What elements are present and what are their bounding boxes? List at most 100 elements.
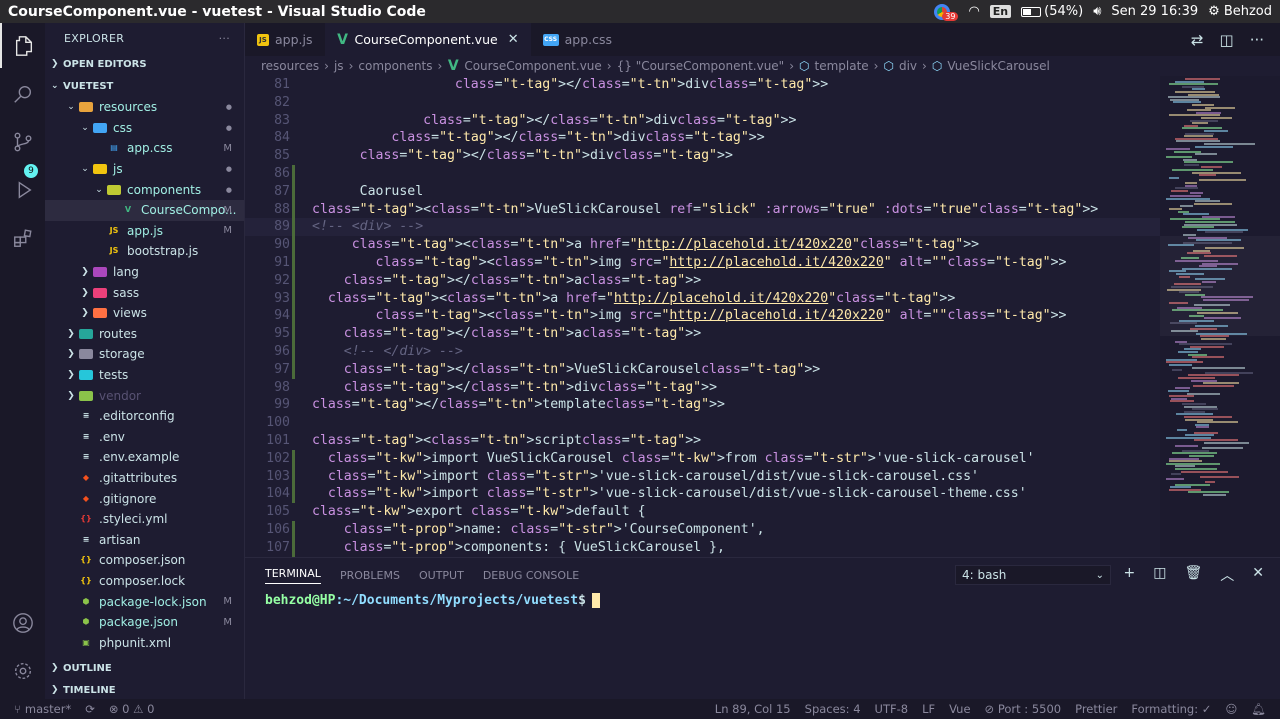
account-icon[interactable] bbox=[0, 600, 45, 645]
tree-item[interactable]: ❯ lang bbox=[45, 262, 244, 283]
chevron-right-icon: ❯ bbox=[67, 328, 75, 339]
split-terminal-icon[interactable]: ◫ bbox=[1153, 565, 1166, 585]
close-icon[interactable]: ✕ bbox=[508, 32, 519, 47]
user-menu[interactable]: ⚙ Behzod bbox=[1208, 4, 1272, 19]
extensions-icon[interactable] bbox=[0, 215, 45, 260]
tree-item[interactable]: ≡ .env bbox=[45, 427, 244, 448]
tree-item[interactable]: ⬢ package.json M bbox=[45, 612, 244, 633]
wifi-icon[interactable]: ◠ bbox=[968, 4, 979, 19]
breadcrumb-item[interactable]: {} "CourseComponent.vue" bbox=[617, 59, 785, 73]
tree-item[interactable]: ▣ phpunit.xml bbox=[45, 632, 244, 653]
timeline-section[interactable]: ❯ TIMELINE bbox=[45, 679, 245, 701]
panel-tab-debug-console[interactable]: DEBUG CONSOLE bbox=[483, 569, 579, 582]
encoding[interactable]: UTF-8 bbox=[875, 702, 909, 716]
breadcrumb-item[interactable]: CourseComponent.vue bbox=[464, 59, 601, 73]
code-editor[interactable]: 81 class="t-tag"></class="t-tn">divclass… bbox=[245, 76, 1160, 557]
bell-icon[interactable]: 🔔︎ bbox=[1251, 702, 1266, 716]
problems-indicator[interactable]: ⊗ 0 ⚠ 0 bbox=[109, 702, 155, 716]
live-server-port[interactable]: ⊘ Port : 5500 bbox=[985, 702, 1062, 716]
battery-indicator[interactable]: (54%) bbox=[1021, 4, 1083, 19]
minimap-slider[interactable] bbox=[1160, 236, 1280, 336]
clock[interactable]: Sen 29 16:39 bbox=[1111, 4, 1198, 19]
prompt-sign: $ bbox=[578, 593, 586, 608]
tree-item[interactable]: ⌄ css ● bbox=[45, 118, 244, 139]
minimap[interactable] bbox=[1160, 76, 1280, 557]
feedback-icon[interactable]: ☺ bbox=[1225, 702, 1237, 716]
line-number: 107 bbox=[266, 539, 290, 555]
panel-tab-terminal[interactable]: TERMINAL bbox=[265, 567, 321, 584]
panel-tab-problems[interactable]: PROBLEMS bbox=[340, 569, 400, 582]
breadcrumb-item[interactable]: resources bbox=[261, 59, 319, 73]
branch-name: master* bbox=[24, 702, 72, 716]
formatting-status[interactable]: Formatting: ✓ bbox=[1131, 702, 1211, 716]
tab-coursecomponent-vue[interactable]: V CourseComponent.vue ✕ bbox=[324, 23, 531, 56]
tree-item[interactable]: V CourseCompo... M bbox=[45, 199, 244, 221]
tree-item[interactable]: JS bootstrap.js bbox=[45, 241, 244, 262]
breadcrumb-item[interactable]: components bbox=[358, 59, 432, 73]
tree-item[interactable]: ≡ .env.example bbox=[45, 447, 244, 468]
explorer-icon[interactable] bbox=[0, 23, 45, 68]
tree-item[interactable]: ≡ artisan bbox=[45, 529, 244, 550]
tab-app-js[interactable]: JS app.js bbox=[245, 23, 325, 56]
tree-item[interactable]: ◆ .gitattributes bbox=[45, 468, 244, 489]
tree-item[interactable]: ▤ app.css M bbox=[45, 138, 244, 159]
symbol-icon: ⬡ bbox=[931, 59, 943, 73]
keyboard-lang-indicator[interactable]: En bbox=[989, 5, 1012, 18]
open-editors-section[interactable]: ❯ OPEN EDITORS bbox=[45, 53, 244, 75]
panel-tab-output[interactable]: OUTPUT bbox=[419, 569, 464, 582]
git-status-badge: ● bbox=[225, 123, 232, 132]
tree-item[interactable]: ⌄ components ● bbox=[45, 179, 244, 200]
language-mode[interactable]: Vue bbox=[949, 702, 970, 716]
search-icon[interactable] bbox=[0, 71, 45, 116]
open-changes-icon[interactable]: ⇄ bbox=[1191, 31, 1204, 49]
gutter-marker bbox=[290, 289, 298, 308]
plus-icon[interactable]: + bbox=[1124, 565, 1136, 585]
tree-item[interactable]: ❯ tests bbox=[45, 365, 244, 386]
tree-item[interactable]: {} composer.lock bbox=[45, 571, 244, 592]
breadcrumb-item[interactable]: js bbox=[334, 59, 344, 73]
run-debug-icon[interactable] bbox=[0, 167, 45, 212]
tree-item[interactable]: ⬢ package-lock.json M bbox=[45, 591, 244, 612]
tree-item[interactable]: {} composer.json bbox=[45, 550, 244, 571]
tree-item[interactable]: ❯ sass bbox=[45, 282, 244, 303]
terminal-prompt[interactable]: behzod@HP:~/Documents/Myprojects/vuetest… bbox=[245, 593, 1280, 608]
tree-item[interactable]: ⌄ resources ● bbox=[45, 97, 244, 118]
tree-item[interactable]: {} .styleci.yml bbox=[45, 509, 244, 530]
more-actions-icon[interactable]: ··· bbox=[1250, 31, 1264, 49]
breadcrumb-item[interactable]: div bbox=[899, 59, 917, 73]
cursor-position[interactable]: Ln 89, Col 15 bbox=[715, 702, 791, 716]
tab-app-css[interactable]: CSS app.css bbox=[531, 23, 624, 56]
tree-item[interactable]: ❯ routes bbox=[45, 324, 244, 345]
gutter-marker bbox=[290, 503, 298, 521]
tree-item[interactable]: ⌄ js ● bbox=[45, 159, 244, 180]
chrome-icon[interactable]: 39 bbox=[934, 3, 959, 21]
tree-item[interactable]: JS app.js M bbox=[45, 221, 244, 242]
breadcrumb-item[interactable]: template bbox=[815, 59, 869, 73]
maximize-panel-icon[interactable]: ︿ bbox=[1220, 565, 1234, 585]
settings-gear-icon[interactable] bbox=[0, 648, 45, 693]
breadcrumb-item[interactable]: VueSlickCarousel bbox=[947, 59, 1050, 73]
eol[interactable]: LF bbox=[922, 702, 935, 716]
tree-item[interactable]: ❯ vendor bbox=[45, 385, 244, 406]
css-file-icon: CSS bbox=[542, 33, 559, 46]
code-line: 87 Caorusel bbox=[245, 182, 1160, 201]
split-editor-icon[interactable]: ◫ bbox=[1220, 31, 1234, 49]
close-icon[interactable]: ✕ bbox=[1252, 565, 1264, 585]
tree-item[interactable]: ❯ storage bbox=[45, 344, 244, 365]
symbol-icon: ⬡ bbox=[883, 59, 894, 73]
prettier-status[interactable]: Prettier bbox=[1075, 702, 1117, 716]
branch-indicator[interactable]: ⑂ master* bbox=[14, 702, 71, 716]
tree-item[interactable]: ❯ views bbox=[45, 303, 244, 324]
tab-label: app.css bbox=[564, 32, 613, 47]
trash-icon[interactable]: 🗑︎ bbox=[1184, 565, 1202, 585]
volume-icon[interactable]: 🔊︎ bbox=[1093, 4, 1101, 19]
terminal-select[interactable]: 4: bash ⌄ bbox=[955, 565, 1111, 585]
outline-section[interactable]: ❯ OUTLINE bbox=[45, 657, 245, 679]
project-section[interactable]: ⌄ VUETEST bbox=[45, 75, 244, 97]
sync-icon[interactable]: ⟳ bbox=[85, 702, 95, 716]
tree-item[interactable]: ≡ .editorconfig bbox=[45, 406, 244, 427]
source-control-icon[interactable] bbox=[0, 119, 45, 164]
indentation[interactable]: Spaces: 4 bbox=[805, 702, 861, 716]
tree-item[interactable]: ◆ .gitignore bbox=[45, 488, 244, 509]
more-actions-icon[interactable]: ··· bbox=[219, 32, 244, 45]
